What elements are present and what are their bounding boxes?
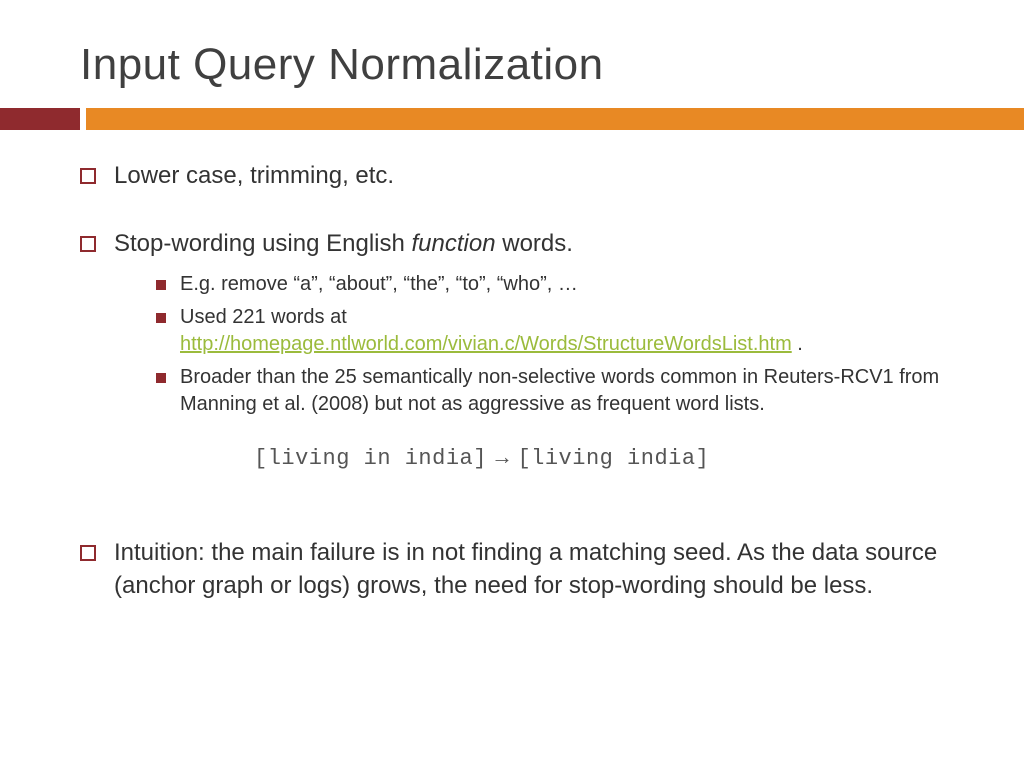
- sub-bullet-2-post: .: [792, 333, 803, 355]
- accent-bar-orange: [86, 108, 1024, 130]
- bullet-3: Intuition: the main failure is in not fi…: [80, 537, 954, 602]
- sub-bullet-2: Used 221 words at http://homepage.ntlwor…: [114, 304, 954, 358]
- bullet-2: Stop-wording using English function word…: [80, 228, 954, 523]
- bullet-list: Lower case, trimming, etc. Stop-wording …: [80, 160, 954, 602]
- slide-title: Input Query Normalization: [0, 0, 1024, 108]
- content-area: Lower case, trimming, etc. Stop-wording …: [0, 130, 1024, 602]
- sub-bullet-2-pre: Used 221 words at: [180, 306, 347, 328]
- sub-bullet-list: E.g. remove “a”, “about”, “the”, “to”, “…: [114, 271, 954, 418]
- bullet-2-italic: function: [412, 230, 496, 257]
- slide: Input Query Normalization Lower case, tr…: [0, 0, 1024, 768]
- bullet-2-text-pre: Stop-wording using English: [114, 230, 412, 257]
- example-before: [living in india]: [254, 446, 487, 471]
- example-transform: [living in india]→[living india]: [114, 424, 954, 474]
- spacer: [114, 473, 954, 523]
- sub-bullet-1: E.g. remove “a”, “about”, “the”, “to”, “…: [114, 271, 954, 298]
- accent-bar-red: [0, 108, 80, 130]
- bullet-1: Lower case, trimming, etc.: [80, 160, 954, 192]
- bullet-2-text-post: words.: [496, 230, 573, 257]
- example-after: [living india]: [517, 446, 709, 471]
- sub-bullet-3: Broader than the 25 semantically non-sel…: [114, 364, 954, 418]
- accent-bar: [0, 108, 1024, 130]
- structure-words-link[interactable]: http://homepage.ntlworld.com/vivian.c/Wo…: [180, 333, 792, 355]
- arrow-icon: →: [487, 444, 518, 469]
